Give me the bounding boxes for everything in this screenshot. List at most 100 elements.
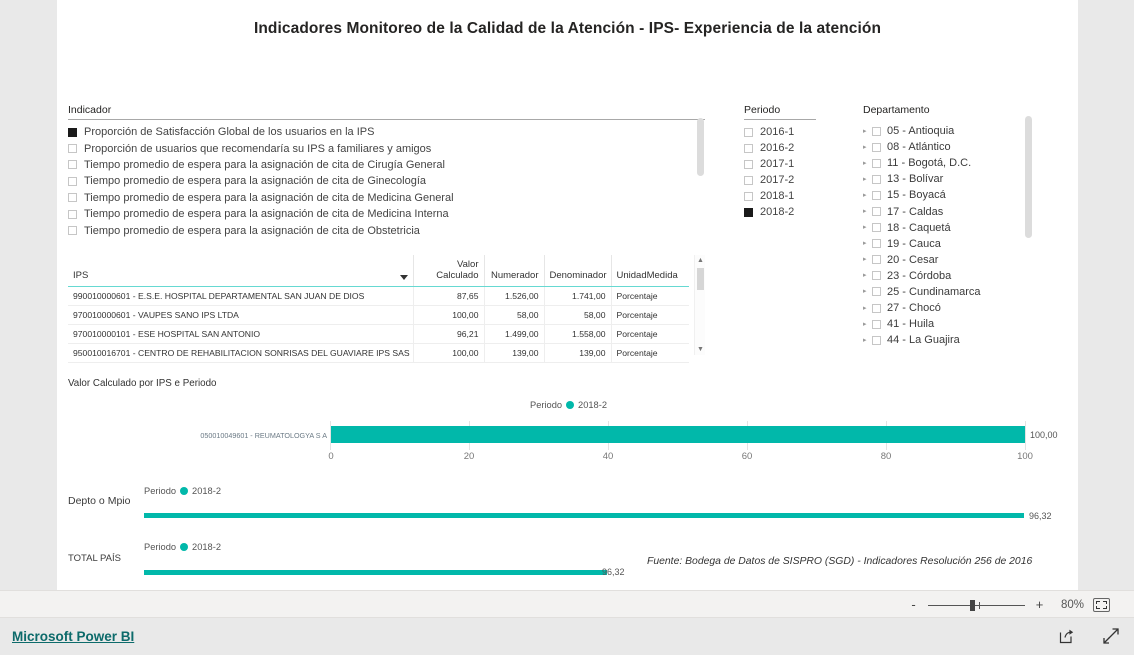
- slicer-item[interactable]: Proporción de usuarios que recomendaría …: [68, 140, 705, 156]
- checkbox-icon[interactable]: [872, 287, 881, 297]
- scroll-down-icon[interactable]: ▼: [695, 344, 706, 355]
- checkbox-icon[interactable]: [872, 207, 881, 217]
- column-header-ips[interactable]: IPS: [68, 255, 413, 287]
- checkbox-icon[interactable]: [744, 207, 753, 217]
- checkbox-icon[interactable]: [744, 191, 753, 201]
- slicer-item[interactable]: 2016-1: [744, 124, 816, 140]
- slicer-item[interactable]: 2017-2: [744, 172, 816, 188]
- chevron-right-icon[interactable]: ▸: [863, 143, 872, 152]
- checkbox-icon[interactable]: [68, 160, 77, 170]
- scroll-up-icon[interactable]: ▲: [695, 255, 706, 266]
- chevron-right-icon[interactable]: ▸: [863, 127, 872, 136]
- chevron-right-icon[interactable]: ▸: [863, 191, 872, 200]
- chevron-right-icon[interactable]: ▸: [863, 304, 872, 313]
- slicer-item[interactable]: 2016-2: [744, 140, 816, 156]
- power-bi-brand-link[interactable]: Microsoft Power BI: [12, 629, 134, 644]
- slicer-item[interactable]: ▸ 17 - Caldas: [863, 203, 1063, 219]
- checkbox-icon[interactable]: [872, 126, 881, 136]
- chevron-right-icon[interactable]: ▸: [863, 271, 872, 280]
- slicer-item[interactable]: 2018-2: [744, 204, 816, 220]
- checkbox-icon[interactable]: [68, 209, 77, 219]
- chevron-right-icon[interactable]: ▸: [863, 320, 872, 329]
- slicer-item[interactable]: Proporción de Satisfacción Global de los…: [68, 124, 705, 140]
- table-row[interactable]: 970010000101 - ESE HOSPITAL SAN ANTONIO …: [68, 324, 689, 344]
- scrollbar-thumb[interactable]: [697, 268, 704, 290]
- chevron-right-icon[interactable]: ▸: [863, 159, 872, 168]
- slicer-departamento-scrollbar[interactable]: [1025, 116, 1032, 238]
- slicer-item[interactable]: Tiempo promedio de espera para la asigna…: [68, 206, 705, 222]
- checkbox-icon[interactable]: [744, 175, 753, 185]
- checkbox-icon[interactable]: [872, 255, 881, 265]
- chevron-right-icon[interactable]: ▸: [863, 175, 872, 184]
- checkbox-icon[interactable]: [68, 127, 77, 137]
- chevron-right-icon[interactable]: ▸: [863, 336, 872, 345]
- table-row[interactable]: 970010000601 - VAUPES SANO IPS LTDA 100,…: [68, 305, 689, 325]
- checkbox-icon[interactable]: [68, 226, 77, 236]
- slicer-item[interactable]: ▸ 41 - Huila: [863, 316, 1063, 332]
- checkbox-icon[interactable]: [744, 143, 753, 153]
- slicer-item[interactable]: ▸ 44 - La Guajira: [863, 332, 1063, 348]
- slicer-item[interactable]: Tiempo promedio de espera para la asigna…: [68, 190, 705, 206]
- slicer-item[interactable]: ▸ 05 - Antioquia: [863, 123, 1063, 139]
- slicer-departamento[interactable]: Departamento ▸ 05 - Antioquia ▸ 08 - Atl…: [863, 104, 1063, 348]
- bar-segment[interactable]: [144, 570, 607, 575]
- chevron-right-icon[interactable]: ▸: [863, 255, 872, 264]
- slicer-periodo[interactable]: Periodo 2016-1 2016-2 2017-1 2017-2 2018…: [744, 104, 816, 220]
- bar-segment[interactable]: [144, 513, 1024, 518]
- slicer-item[interactable]: ▸ 18 - Caquetá: [863, 220, 1063, 236]
- slicer-indicador-scrollbar[interactable]: [697, 118, 704, 176]
- zoom-out-button[interactable]: -: [908, 598, 919, 611]
- ips-table-visual[interactable]: IPS Valor Calculado Numerador Denominado…: [68, 255, 705, 363]
- slicer-item[interactable]: ▸ 25 - Cundinamarca: [863, 284, 1063, 300]
- checkbox-icon[interactable]: [872, 142, 881, 152]
- checkbox-icon[interactable]: [872, 239, 881, 249]
- slicer-item[interactable]: 2017-1: [744, 156, 816, 172]
- zoom-slider-thumb[interactable]: [970, 600, 975, 611]
- slicer-item[interactable]: Tiempo promedio de espera para la asigna…: [68, 157, 705, 173]
- slicer-indicador[interactable]: Indicador Proporción de Satisfacción Glo…: [68, 104, 705, 239]
- slicer-item[interactable]: ▸ 19 - Cauca: [863, 236, 1063, 252]
- chevron-right-icon[interactable]: ▸: [863, 223, 872, 232]
- checkbox-icon[interactable]: [872, 190, 881, 200]
- checkbox-icon[interactable]: [744, 127, 753, 137]
- checkbox-icon[interactable]: [872, 223, 881, 233]
- share-icon[interactable]: [1058, 627, 1076, 645]
- table-row[interactable]: 990010000601 - E.S.E. HOSPITAL DEPARTAME…: [68, 286, 689, 306]
- column-header-valor-calculado[interactable]: Valor Calculado: [412, 255, 484, 287]
- checkbox-icon[interactable]: [872, 319, 881, 329]
- checkbox-icon[interactable]: [68, 193, 77, 203]
- checkbox-icon[interactable]: [68, 144, 77, 154]
- slicer-indicador-header: Indicador: [68, 104, 112, 116]
- table-scrollbar[interactable]: ▲ ▼: [694, 255, 705, 355]
- chevron-right-icon[interactable]: ▸: [863, 239, 872, 248]
- column-header-unidadmedida[interactable]: UnidadMedida: [610, 255, 689, 287]
- zoom-in-button[interactable]: +: [1034, 598, 1045, 611]
- slicer-item[interactable]: ▸ 08 - Atlántico: [863, 139, 1063, 155]
- slicer-item[interactable]: 2018-1: [744, 188, 816, 204]
- checkbox-icon[interactable]: [872, 303, 881, 313]
- checkbox-icon[interactable]: [744, 159, 753, 169]
- column-header-denominador[interactable]: Denominador: [543, 255, 611, 287]
- slicer-item[interactable]: ▸ 20 - Cesar: [863, 252, 1063, 268]
- slicer-item[interactable]: ▸ 23 - Córdoba: [863, 268, 1063, 284]
- table-row[interactable]: 950010016701 - CENTRO DE REHABILITACION …: [68, 343, 689, 363]
- fullscreen-icon[interactable]: [1102, 627, 1120, 645]
- checkbox-icon[interactable]: [872, 174, 881, 184]
- slicer-item[interactable]: Tiempo promedio de espera para la asigna…: [68, 222, 705, 238]
- checkbox-icon[interactable]: [872, 158, 881, 168]
- slicer-item[interactable]: Tiempo promedio de espera para la asigna…: [68, 173, 705, 189]
- checkbox-icon[interactable]: [68, 176, 77, 186]
- slicer-item[interactable]: ▸ 27 - Chocó: [863, 300, 1063, 316]
- chevron-right-icon[interactable]: ▸: [863, 207, 872, 216]
- sort-descending-icon[interactable]: [399, 275, 408, 280]
- checkbox-icon[interactable]: [872, 335, 881, 345]
- chevron-right-icon[interactable]: ▸: [863, 287, 872, 296]
- slicer-item[interactable]: ▸ 15 - Boyacá: [863, 187, 1063, 203]
- checkbox-icon[interactable]: [872, 271, 881, 281]
- zoom-slider[interactable]: [928, 600, 1025, 611]
- slicer-item[interactable]: ▸ 11 - Bogotá, D.C.: [863, 155, 1063, 171]
- slicer-item[interactable]: ▸ 13 - Bolívar: [863, 171, 1063, 187]
- fit-to-page-button[interactable]: [1093, 598, 1110, 612]
- bar-segment[interactable]: [331, 426, 1025, 443]
- column-header-numerador[interactable]: Numerador: [483, 255, 544, 287]
